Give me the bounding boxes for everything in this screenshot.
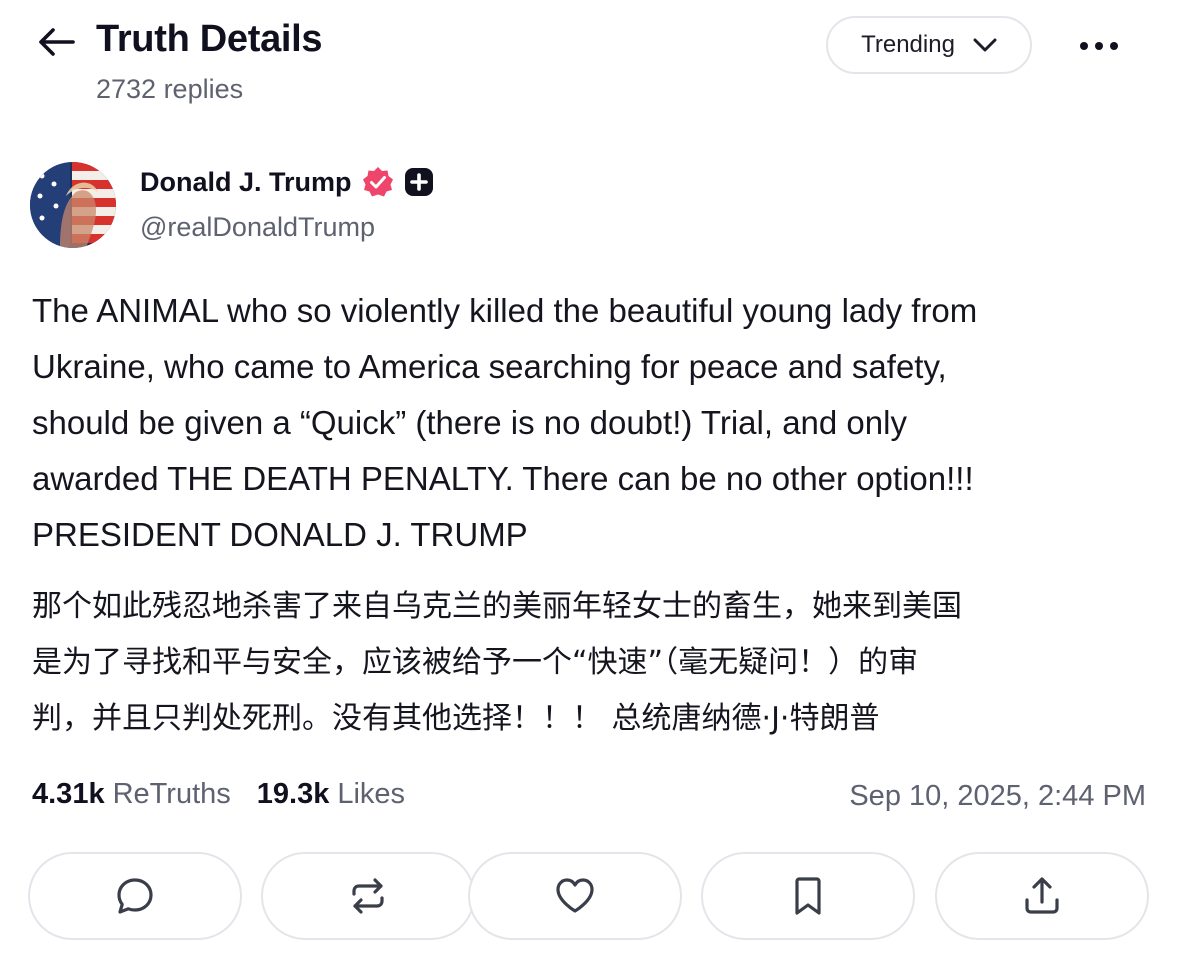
post-body-line: should be given a “Quick” (there is no d… xyxy=(32,404,907,441)
author-handle[interactable]: @realDonaldTrump xyxy=(140,212,375,243)
reply-icon xyxy=(117,878,153,914)
post-body: The ANIMAL who so violently killed the b… xyxy=(32,283,1162,563)
post-body-line: The ANIMAL who so violently killed the b… xyxy=(32,292,978,329)
translation-line: 是为了寻找和平与安全，应该被给予一个“快速”（毫无疑问！）的审 xyxy=(32,645,919,680)
likes-label: Likes xyxy=(337,778,406,810)
post-body-line: PRESIDENT DONALD J. TRUMP xyxy=(32,516,528,553)
page-title: Truth Details xyxy=(96,18,323,60)
display-name-row: Donald J. Trump xyxy=(140,166,434,198)
chevron-down-icon xyxy=(973,38,997,52)
share-icon xyxy=(1025,877,1059,914)
plus-badge-icon xyxy=(404,168,433,196)
sort-label: Trending xyxy=(861,31,955,58)
retruths-count: 4.31k xyxy=(32,778,105,810)
reply-button[interactable] xyxy=(28,852,242,940)
avatar-image xyxy=(30,162,116,248)
post-stats: 4.31k ReTruths 19.3k Likes xyxy=(32,778,405,811)
sort-dropdown[interactable]: Trending xyxy=(826,16,1032,74)
header: Truth Details 2732 replies Trending xyxy=(0,0,1190,120)
share-button[interactable] xyxy=(935,852,1149,940)
back-button[interactable] xyxy=(30,22,82,62)
post-translation: 那个如此残忍地杀害了来自乌克兰的美丽年轻女士的畜生，她来到美国 是为了寻找和平与… xyxy=(32,579,1162,747)
like-button[interactable] xyxy=(468,852,682,940)
retruths-stat[interactable]: 4.31k ReTruths xyxy=(32,778,231,811)
bookmark-button[interactable] xyxy=(701,852,915,940)
retruth-button[interactable] xyxy=(261,852,475,940)
translation-line: 那个如此残忍地杀害了来自乌克兰的美丽年轻女士的畜生，她来到美国 xyxy=(32,589,962,624)
post-timestamp: Sep 10, 2025, 2:44 PM xyxy=(849,780,1146,812)
retruth-icon xyxy=(352,878,384,914)
post-body-line: Ukraine, who came to America searching f… xyxy=(32,348,947,385)
more-options-button[interactable] xyxy=(1074,26,1124,66)
post-author: Donald J. Trump @realDonaldTrump xyxy=(30,160,730,252)
translation-line: 判，并且只判处死刑。没有其他选择！！！ 总统唐纳德·J·特朗普 xyxy=(32,701,880,736)
verified-badge-icon xyxy=(362,167,393,197)
reply-count: 2732 replies xyxy=(96,74,244,104)
arrow-left-icon xyxy=(39,28,75,56)
action-bar xyxy=(28,852,1152,942)
heart-icon xyxy=(556,878,594,913)
display-name[interactable]: Donald J. Trump xyxy=(140,167,352,198)
likes-stat[interactable]: 19.3k Likes xyxy=(257,778,405,811)
more-dots-icon xyxy=(1080,42,1118,50)
bookmark-icon xyxy=(795,877,821,915)
post-body-line: awarded THE DEATH PENALTY. There can be … xyxy=(32,460,974,497)
likes-count: 19.3k xyxy=(256,778,330,810)
avatar[interactable] xyxy=(30,162,116,248)
retruths-label: ReTruths xyxy=(112,778,231,810)
